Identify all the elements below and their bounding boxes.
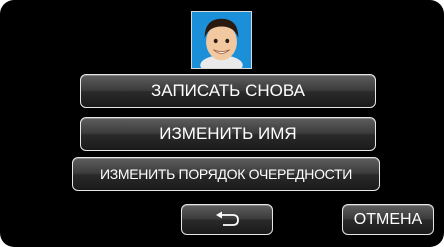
cancel-button[interactable]: ОТМЕНА: [342, 204, 434, 235]
return-arrow-icon: [212, 211, 242, 229]
record-again-label: ЗАПИСАТЬ СНОВА: [151, 81, 305, 100]
back-button[interactable]: [181, 204, 273, 235]
change-name-button[interactable]: ИЗМЕНИТЬ ИМЯ: [80, 117, 376, 151]
registered-face-thumbnail: [191, 11, 252, 69]
change-order-label: ИЗМЕНИТЬ ПОРЯДОК ОЧЕРЕДНОСТИ: [99, 166, 353, 182]
change-name-label: ИЗМЕНИТЬ ИМЯ: [159, 124, 297, 143]
record-again-button[interactable]: ЗАПИСАТЬ СНОВА: [80, 74, 376, 108]
change-order-button[interactable]: ИЗМЕНИТЬ ПОРЯДОК ОЧЕРЕДНОСТИ: [72, 157, 380, 191]
face-registration-menu-screen: ЗАПИСАТЬ СНОВА ИЗМЕНИТЬ ИМЯ ИЗМЕНИТЬ ПОР…: [0, 0, 444, 247]
cancel-label: ОТМЕНА: [353, 210, 423, 228]
